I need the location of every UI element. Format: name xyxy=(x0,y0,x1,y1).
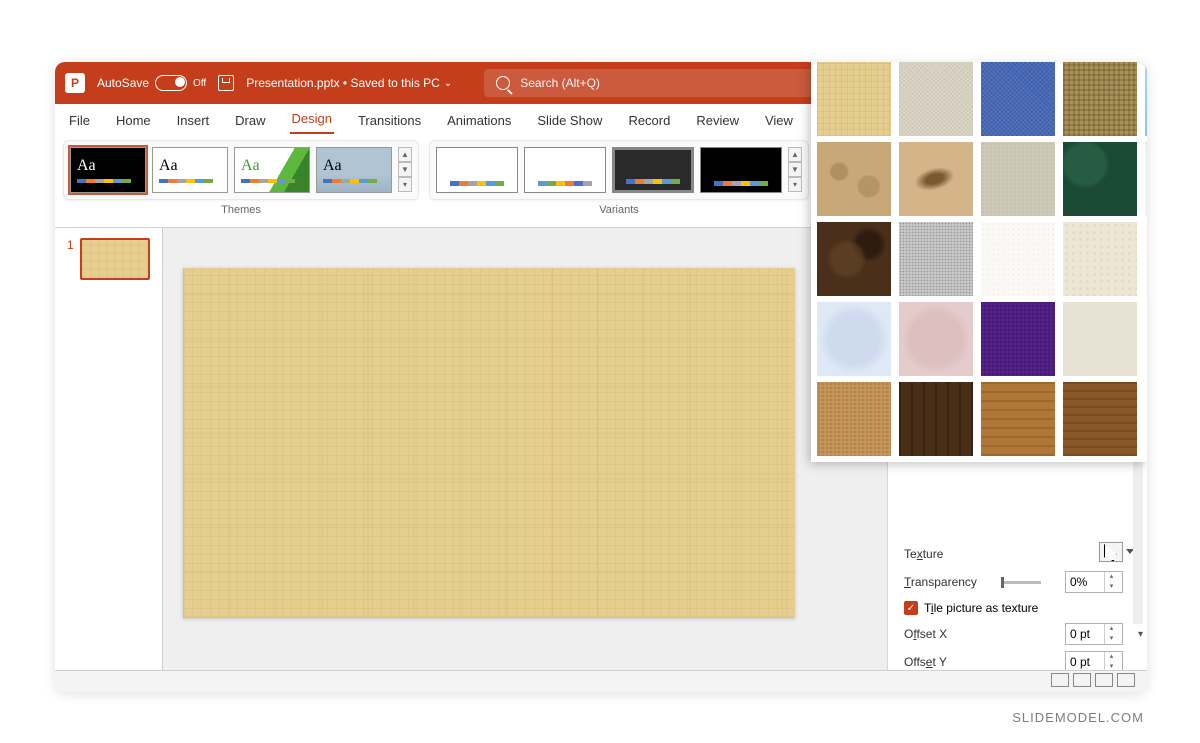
transparency-label: Transparency xyxy=(904,575,977,589)
texture-walnut[interactable] xyxy=(899,382,973,456)
transparency-row: Transparency ▴▾ xyxy=(904,571,1141,593)
texture-bouquet[interactable] xyxy=(1063,302,1137,376)
theme-thumb-1[interactable]: Aa xyxy=(70,147,146,193)
slide-canvas[interactable] xyxy=(183,268,795,618)
slide-number: 1 xyxy=(67,238,74,280)
autosave-state: Off xyxy=(193,78,206,89)
search-icon xyxy=(496,76,510,90)
variant-thumb-3[interactable] xyxy=(612,147,694,193)
texture-edge-2 xyxy=(1145,382,1147,456)
texture-purple-mesh[interactable] xyxy=(981,302,1055,376)
app-icon: P xyxy=(65,73,85,93)
expand-icon[interactable]: ▾ xyxy=(1138,629,1143,640)
document-title[interactable]: Presentation.pptx • Saved to this PC ⌄ xyxy=(246,76,452,90)
transparency-input[interactable]: ▴▾ xyxy=(1065,571,1123,593)
texture-papyrus[interactable] xyxy=(817,62,891,136)
texture-edge-1 xyxy=(1145,302,1147,376)
tab-draw[interactable]: Draw xyxy=(233,107,267,134)
texture-cork[interactable] xyxy=(817,382,891,456)
autosave-toggle[interactable]: AutoSave Off xyxy=(97,75,206,91)
tab-record[interactable]: Record xyxy=(626,107,672,134)
transparency-slider[interactable] xyxy=(1001,581,1041,584)
slide-thumbnails-panel: 1 xyxy=(55,228,163,670)
texture-granite[interactable] xyxy=(899,222,973,296)
tab-animations[interactable]: Animations xyxy=(445,107,513,134)
texture-newsprint[interactable] xyxy=(981,222,1055,296)
tab-file[interactable]: File xyxy=(67,107,92,134)
search-placeholder: Search (Alt+Q) xyxy=(520,76,600,90)
texture-paper-bag[interactable] xyxy=(817,142,891,216)
variant-thumb-2[interactable] xyxy=(524,147,606,193)
view-buttons[interactable] xyxy=(1049,673,1137,690)
texture-stationery[interactable] xyxy=(1145,222,1147,296)
variant-thumb-4[interactable] xyxy=(700,147,782,193)
status-bar xyxy=(55,670,1147,692)
variants-label: Variants xyxy=(599,204,639,216)
variant-thumb-1[interactable] xyxy=(436,147,518,193)
tab-slideshow[interactable]: Slide Show xyxy=(535,107,604,134)
autosave-label: AutoSave xyxy=(97,76,149,90)
checkbox-checked-icon[interactable]: ✓ xyxy=(904,601,918,615)
theme-thumb-2[interactable]: Aa xyxy=(152,147,228,193)
tile-checkbox-row[interactable]: ✓ Tile picture as texture xyxy=(904,601,1141,615)
themes-label: Themes xyxy=(221,204,261,216)
tab-transitions[interactable]: Transitions xyxy=(356,107,423,134)
texture-picker-button[interactable] xyxy=(1099,542,1123,562)
tab-review[interactable]: Review xyxy=(694,107,741,134)
texture-denim[interactable] xyxy=(981,62,1055,136)
texture-pink-tissue[interactable] xyxy=(899,302,973,376)
theme-thumb-3[interactable]: Aa xyxy=(234,147,310,193)
offset-y-label: Offset Y xyxy=(904,655,947,669)
texture-canvas[interactable] xyxy=(899,62,973,136)
variants-scroller[interactable]: ▲▼▾ xyxy=(788,147,802,192)
themes-scroller[interactable]: ▲▼▾ xyxy=(398,147,412,192)
themes-group: Aa Aa Aa Aa ▲▼▾ Themes xyxy=(63,140,419,227)
tab-insert[interactable]: Insert xyxy=(175,107,212,134)
texture-recycled-paper[interactable] xyxy=(1063,222,1137,296)
tab-view[interactable]: View xyxy=(763,107,795,134)
texture-oak[interactable] xyxy=(981,382,1055,456)
texture-sand[interactable] xyxy=(981,142,1055,216)
watermark: SLIDEMODEL.COM xyxy=(1012,710,1144,725)
texture-medium-wood[interactable] xyxy=(1063,382,1137,456)
texture-water-droplets[interactable] xyxy=(1145,62,1147,136)
texture-green-marble[interactable] xyxy=(1063,142,1137,216)
toggle-icon[interactable] xyxy=(155,75,187,91)
texture-fish-fossil[interactable] xyxy=(899,142,973,216)
texture-blue-tissue[interactable] xyxy=(817,302,891,376)
texture-white-marble[interactable] xyxy=(1145,142,1147,216)
chevron-down-icon[interactable]: ⌄ xyxy=(444,78,452,89)
texture-row: Texture xyxy=(904,542,1141,565)
offset-x-input[interactable]: ▴▾ xyxy=(1065,623,1123,645)
powerpoint-window: P AutoSave Off Presentation.pptx • Saved… xyxy=(55,62,1147,692)
variants-group: ▲▼▾ Variants xyxy=(429,140,809,227)
texture-brown-marble[interactable] xyxy=(817,222,891,296)
texture-gallery xyxy=(811,62,1147,462)
save-icon[interactable] xyxy=(218,75,234,91)
theme-thumb-4[interactable]: Aa xyxy=(316,147,392,193)
offset-x-label: Offset X xyxy=(904,627,947,641)
search-box[interactable]: Search (Alt+Q) xyxy=(484,69,854,97)
tab-home[interactable]: Home xyxy=(114,107,153,134)
texture-woven-mat[interactable] xyxy=(1063,62,1137,136)
slide-thumbnail-1[interactable] xyxy=(80,238,150,280)
tile-label: Tile picture as texture xyxy=(924,601,1038,615)
texture-label: Texture xyxy=(904,547,943,561)
tab-design[interactable]: Design xyxy=(290,105,334,134)
